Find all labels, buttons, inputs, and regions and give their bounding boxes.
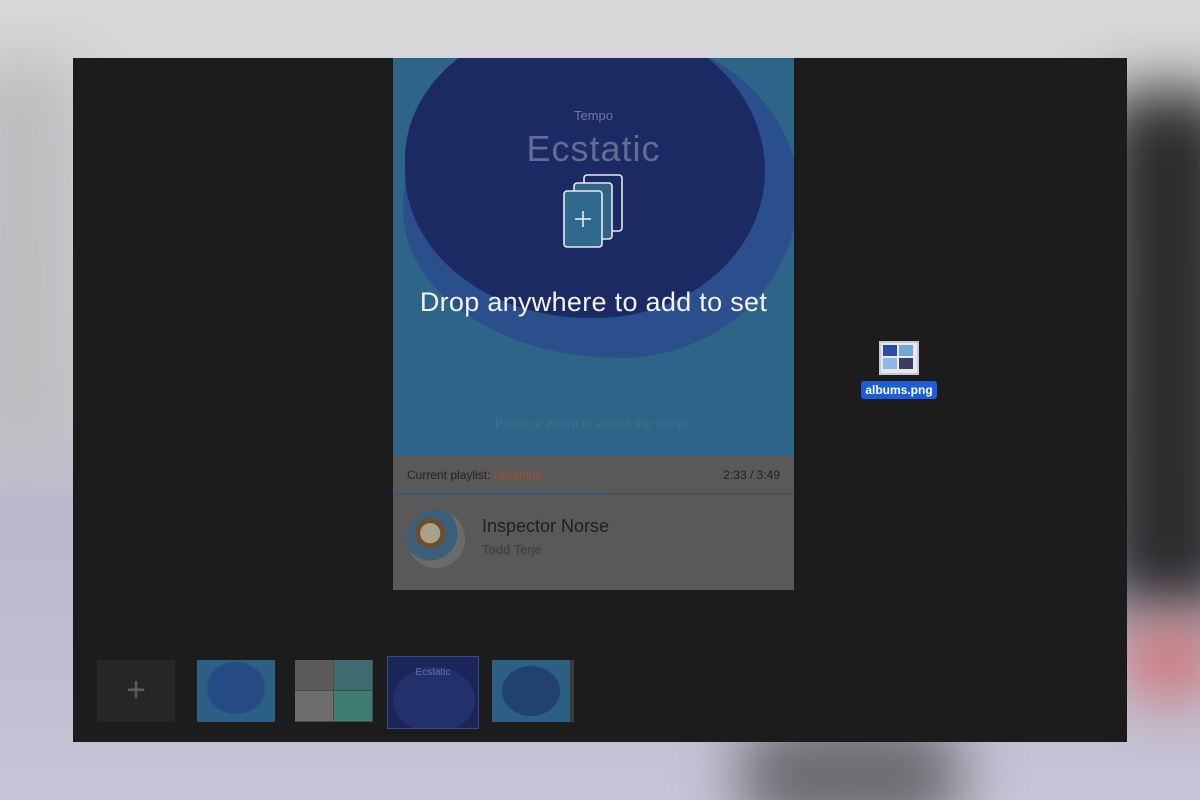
add-to-set-stack-icon <box>562 174 623 248</box>
screen-thumbnail[interactable] <box>295 660 373 722</box>
pinch-hint: Pinch or zoom to adjust the tempo <box>494 416 693 431</box>
playlist-name[interactable]: Uptempo <box>494 468 543 482</box>
player-panel: Current playlist: Uptempo 2:33 / 3:49 In… <box>393 456 794 590</box>
progress-track[interactable] <box>393 493 794 495</box>
app-window: Tempo Ecstatic Pinch or zoom to adjust t… <box>73 58 1127 742</box>
tempo-label: Tempo <box>573 108 614 123</box>
track-artist: Todd Terje <box>482 542 542 557</box>
tempo-value: Ecstatic <box>526 128 661 169</box>
playlist-label: Current playlist: Uptempo <box>407 468 542 482</box>
screen-thumbnail[interactable] <box>197 660 275 722</box>
thumbnail-title: Ecstatic <box>415 667 451 678</box>
time-readout: 2:33 / 3:49 <box>723 468 780 482</box>
dragged-file[interactable]: albums.png <box>857 341 941 399</box>
screen-thumbnail[interactable] <box>492 660 574 722</box>
dragged-file-name: albums.png <box>861 381 937 399</box>
desktop-background-blur <box>1120 620 1200 700</box>
desktop-background-blur <box>0 60 80 460</box>
album-art <box>407 510 465 568</box>
progress-fill <box>393 493 606 495</box>
track-title: Inspector Norse <box>482 516 610 536</box>
screen-thumbnail-active[interactable]: Ecstatic <box>387 656 479 729</box>
drop-message: Drop anywhere to add to set <box>419 287 768 317</box>
drop-overlay: Drop anywhere to add to set <box>393 173 794 318</box>
add-screen-button[interactable]: + <box>97 660 175 722</box>
playlist-bar: Current playlist: Uptempo 2:33 / 3:49 <box>393 456 794 495</box>
image-file-icon <box>879 341 919 375</box>
playlist-prefix: Current playlist: <box>407 468 494 482</box>
canvas-preview[interactable]: Tempo Ecstatic Pinch or zoom to adjust t… <box>393 58 794 590</box>
